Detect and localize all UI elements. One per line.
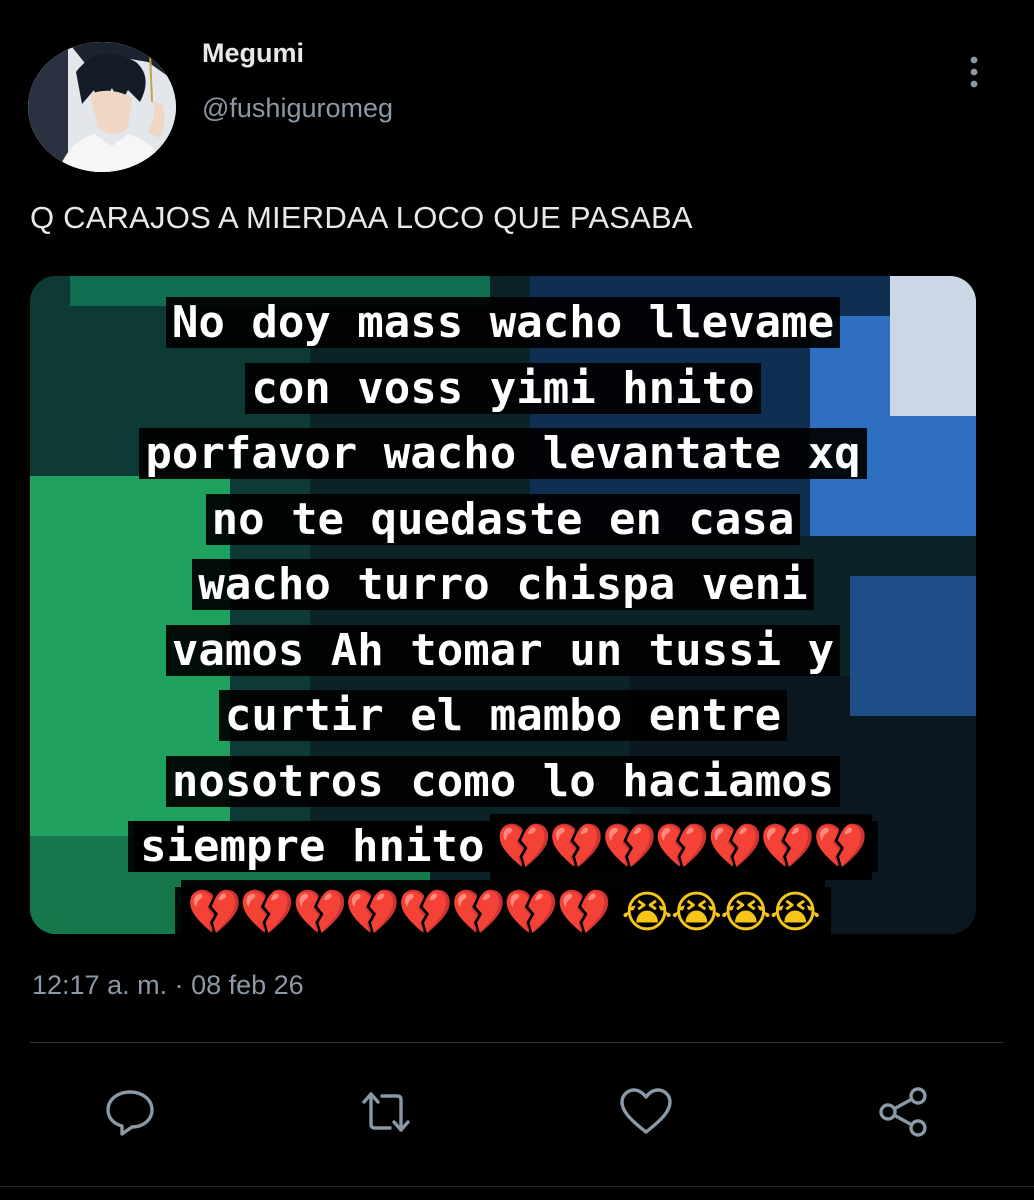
crying-face-emoji-icon: 😭😭😭😭 bbox=[615, 879, 825, 934]
caption-line: siempre hnito 💔💔💔💔💔💔💔 bbox=[30, 814, 976, 880]
caption-line: vamos Ah tomar un tussi y bbox=[30, 618, 976, 684]
broken-heart-emoji-icon: 💔💔💔💔💔💔💔 bbox=[490, 814, 872, 880]
tweet-actions bbox=[0, 1084, 1034, 1140]
reply-icon[interactable] bbox=[102, 1084, 158, 1140]
tweet-text: Q CARAJOS A MIERDAA LOCO QUE PASABA bbox=[30, 200, 693, 235]
caption-line: con voss yimi hnito bbox=[30, 356, 976, 422]
tweet-timestamp[interactable]: 12:17 a. m. · 08 feb 26 bbox=[32, 970, 304, 1001]
more-vertical-icon[interactable] bbox=[958, 52, 990, 92]
share-icon[interactable] bbox=[876, 1084, 932, 1140]
broken-heart-emoji-icon: 💔💔💔💔💔💔💔💔 bbox=[181, 879, 616, 934]
user-handle[interactable]: @fushiguromeg bbox=[202, 93, 393, 124]
caption-line: 💔💔💔💔💔💔💔💔 😭😭😭😭 bbox=[30, 879, 976, 934]
tweet-detail-page: Megumi @fushiguromeg Q CARAJOS A MIERDAA… bbox=[0, 0, 1034, 1200]
caption-line: No doy mass wacho llevame bbox=[30, 290, 976, 356]
avatar[interactable] bbox=[28, 42, 176, 172]
avatar-image bbox=[28, 42, 176, 172]
caption-line: porfavor wacho levantate xq bbox=[30, 421, 976, 487]
caption-line: no te quedaste en casa bbox=[30, 487, 976, 553]
like-icon[interactable] bbox=[618, 1084, 674, 1140]
retweet-icon[interactable] bbox=[358, 1084, 414, 1140]
divider bbox=[0, 1186, 1034, 1187]
tweet-media-image[interactable]: No doy mass wacho llevame con voss yimi … bbox=[30, 276, 976, 934]
divider bbox=[30, 1042, 1004, 1043]
media-caption: No doy mass wacho llevame con voss yimi … bbox=[30, 290, 976, 934]
caption-line: curtir el mambo entre bbox=[30, 683, 976, 749]
display-name[interactable]: Megumi bbox=[202, 38, 304, 69]
caption-line: nosotros como lo haciamos bbox=[30, 749, 976, 815]
caption-line: wacho turro chispa veni bbox=[30, 552, 976, 618]
